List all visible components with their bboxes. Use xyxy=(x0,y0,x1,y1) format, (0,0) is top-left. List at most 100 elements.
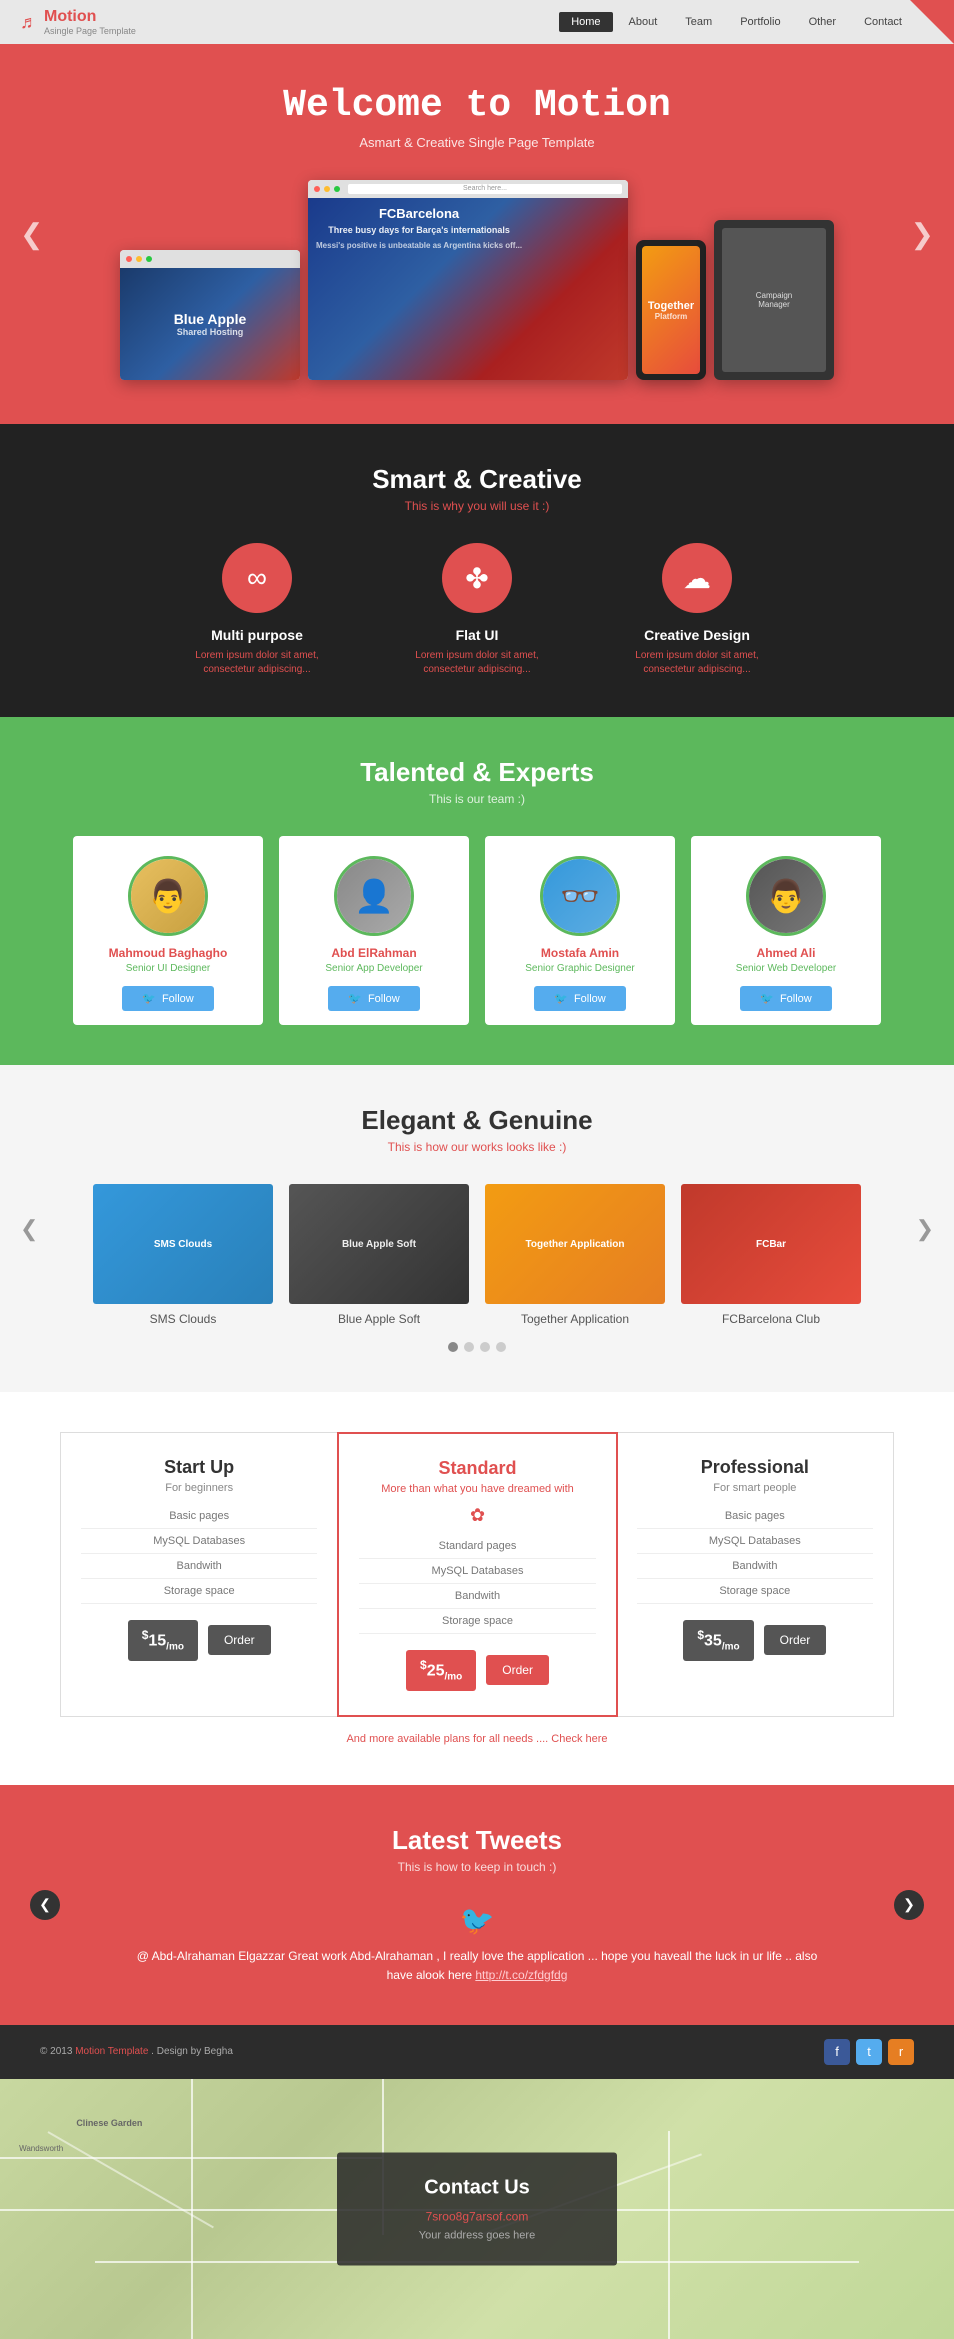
plan-feature-0-0: Basic pages xyxy=(81,1504,317,1529)
contact-box: Contact Us 7sroo8g7arsof.com Your addres… xyxy=(337,2152,617,2265)
footer-brand-link[interactable]: Motion Template xyxy=(75,2046,148,2057)
dot-3[interactable] xyxy=(496,1342,506,1352)
plan-feature-1-1: MySQL Databases xyxy=(359,1559,595,1584)
tweets-section: Latest Tweets This is how to keep in tou… xyxy=(0,1785,954,2025)
social-facebook-icon[interactable]: f xyxy=(824,2039,850,2065)
team-grid: 👨 Mahmoud Baghagho Senior UI Designer 🐦 … xyxy=(40,836,914,1025)
mockup-tablet: Campaign Manager xyxy=(714,220,834,380)
portfolio-item-1[interactable]: Blue Apple Soft Blue Apple Soft xyxy=(289,1184,469,1326)
feature-desc-0: Lorem ipsum dolor sit amet, consectetur … xyxy=(177,649,337,677)
plan-feature-1-2: Bandwith xyxy=(359,1584,595,1609)
portfolio-item-3[interactable]: FCBar FCBarcelona Club xyxy=(681,1184,861,1326)
dot-2[interactable] xyxy=(480,1342,490,1352)
team-card-1: 👤 Abd ElRahman Senior App Developer 🐦 Fo… xyxy=(279,836,469,1025)
team-name-1: Abd ElRahman xyxy=(293,946,455,960)
order-btn-1[interactable]: Order xyxy=(486,1655,549,1685)
nav-team[interactable]: Team xyxy=(673,12,724,32)
multipurpose-icon: ∞ xyxy=(222,543,292,613)
team-role-1: Senior App Developer xyxy=(293,963,455,974)
portfolio-thumb-1: Blue Apple Soft xyxy=(289,1184,469,1304)
plan-feature-2-1: MySQL Databases xyxy=(637,1529,873,1554)
team-card-2: 👓 Mostafa Amin Senior Graphic Designer 🐦… xyxy=(485,836,675,1025)
plan-tagline-1: More than what you have dreamed with xyxy=(359,1483,595,1495)
nav-home[interactable]: Home xyxy=(559,12,612,32)
pricing-section: Start Up For beginners Basic pages MySQL… xyxy=(0,1392,954,1785)
dot-1[interactable] xyxy=(464,1342,474,1352)
feature-name-1: Flat UI xyxy=(397,627,557,643)
creative-icon: ☁ xyxy=(662,543,732,613)
portfolio-item-2[interactable]: Together Application Together Applicatio… xyxy=(485,1184,665,1326)
flatui-icon: ✤ xyxy=(442,543,512,613)
feature-creative: ☁ Creative Design Lorem ipsum dolor sit … xyxy=(617,543,777,677)
follow-btn-3[interactable]: 🐦 Follow xyxy=(740,986,832,1011)
order-btn-2[interactable]: Order xyxy=(764,1625,827,1655)
hero-section: ❮ Welcome to Motion Asmart & Creative Si… xyxy=(0,44,954,424)
smart-title: Smart & Creative xyxy=(60,464,894,495)
twitter-bird-icon-1: 🐦 xyxy=(348,992,362,1005)
plan-tagline-0: For beginners xyxy=(81,1482,317,1494)
contact-address: Your address goes here xyxy=(397,2229,557,2241)
pricing-note: And more available plans for all needs .… xyxy=(60,1733,894,1745)
team-role-0: Senior UI Designer xyxy=(87,963,249,974)
hero-next-arrow[interactable]: ❯ xyxy=(911,218,934,251)
brand-name: Motion xyxy=(44,8,96,25)
twitter-bird-icon-3: 🐦 xyxy=(760,992,774,1005)
social-twitter-icon[interactable]: t xyxy=(856,2039,882,2065)
hero-subtitle: Asmart & Creative Single Page Template xyxy=(20,135,934,150)
team-section: Talented & Experts This is our team :) 👨… xyxy=(0,717,954,1065)
plan-price-2: $35/mo xyxy=(683,1620,753,1661)
team-name-0: Mahmoud Baghagho xyxy=(87,946,249,960)
follow-btn-0[interactable]: 🐦 Follow xyxy=(122,986,214,1011)
tweet-link[interactable]: http://t.co/zfdgfdg xyxy=(475,1968,567,1982)
mockup-browser: Search here... FCBarcelona Three busy da… xyxy=(308,180,628,380)
plan-price-row-2: $35/mo Order xyxy=(637,1620,873,1661)
team-name-2: Mostafa Amin xyxy=(499,946,661,960)
brand: ♬ Motion Asingle Page Template xyxy=(20,8,136,36)
portfolio-thumb-0: SMS Clouds xyxy=(93,1184,273,1304)
twitter-bird-icon-2: 🐦 xyxy=(554,992,568,1005)
nav-about[interactable]: About xyxy=(617,12,670,32)
footer-copyright: © 2013 Motion Template . Design by Begha xyxy=(40,2046,233,2057)
portfolio-prev-arrow[interactable]: ❮ xyxy=(20,1216,38,1242)
plan-feature-1-3: Storage space xyxy=(359,1609,595,1634)
contact-title: Contact Us xyxy=(397,2176,557,2199)
footer: © 2013 Motion Template . Design by Begha… xyxy=(0,2025,954,2079)
portfolio-label-2: Together Application xyxy=(485,1312,665,1326)
follow-btn-1[interactable]: 🐦 Follow xyxy=(328,986,420,1011)
social-rss-icon[interactable]: r xyxy=(888,2039,914,2065)
feature-desc-1: Lorem ipsum dolor sit amet, consectetur … xyxy=(397,649,557,677)
portfolio-item-0[interactable]: SMS Clouds SMS Clouds xyxy=(93,1184,273,1326)
plan-name-2: Professional xyxy=(637,1457,873,1478)
nav-other[interactable]: Other xyxy=(797,12,849,32)
pricing-standard: Standard More than what you have dreamed… xyxy=(337,1432,617,1717)
nav-contact[interactable]: Contact xyxy=(852,12,914,32)
mockup-phone: Together Platform xyxy=(636,240,706,380)
tweet-next-arrow[interactable]: ❯ xyxy=(894,1890,924,1920)
order-btn-0[interactable]: Order xyxy=(208,1625,271,1655)
plan-feature-0-3: Storage space xyxy=(81,1579,317,1604)
dot-0[interactable] xyxy=(448,1342,458,1352)
team-avatar-3: 👨 xyxy=(746,856,826,936)
hero-mockup: Blue Apple Shared Hosting Search here...… xyxy=(20,180,934,380)
tweet-prev-arrow[interactable]: ❮ xyxy=(30,1890,60,1920)
team-avatar-1: 👤 xyxy=(334,856,414,936)
portfolio-dots xyxy=(60,1342,894,1352)
smart-section: Smart & Creative This is why you will us… xyxy=(0,424,954,717)
plan-name-1: Standard xyxy=(359,1458,595,1479)
brand-sub: Asingle Page Template xyxy=(44,26,136,36)
hero-title: Welcome to Motion xyxy=(20,84,934,127)
map-section: Clinese Garden Wandsworth Contact Us 7sr… xyxy=(0,2079,954,2339)
portfolio-thumb-3: FCBar xyxy=(681,1184,861,1304)
plan-feature-2-3: Storage space xyxy=(637,1579,873,1604)
portfolio-next-arrow[interactable]: ❯ xyxy=(916,1216,934,1242)
follow-btn-2[interactable]: 🐦 Follow xyxy=(534,986,626,1011)
nav-portfolio[interactable]: Portfolio xyxy=(728,12,792,32)
smart-subtitle: This is why you will use it :) xyxy=(60,499,894,513)
portfolio-section: Elegant & Genuine This is how our works … xyxy=(0,1065,954,1392)
portfolio-label-0: SMS Clouds xyxy=(93,1312,273,1326)
plan-feature-0-2: Bandwith xyxy=(81,1554,317,1579)
plan-feature-2-0: Basic pages xyxy=(637,1504,873,1529)
plan-feature-2-2: Bandwith xyxy=(637,1554,873,1579)
features-grid: ∞ Multi purpose Lorem ipsum dolor sit am… xyxy=(60,543,894,677)
feature-name-2: Creative Design xyxy=(617,627,777,643)
